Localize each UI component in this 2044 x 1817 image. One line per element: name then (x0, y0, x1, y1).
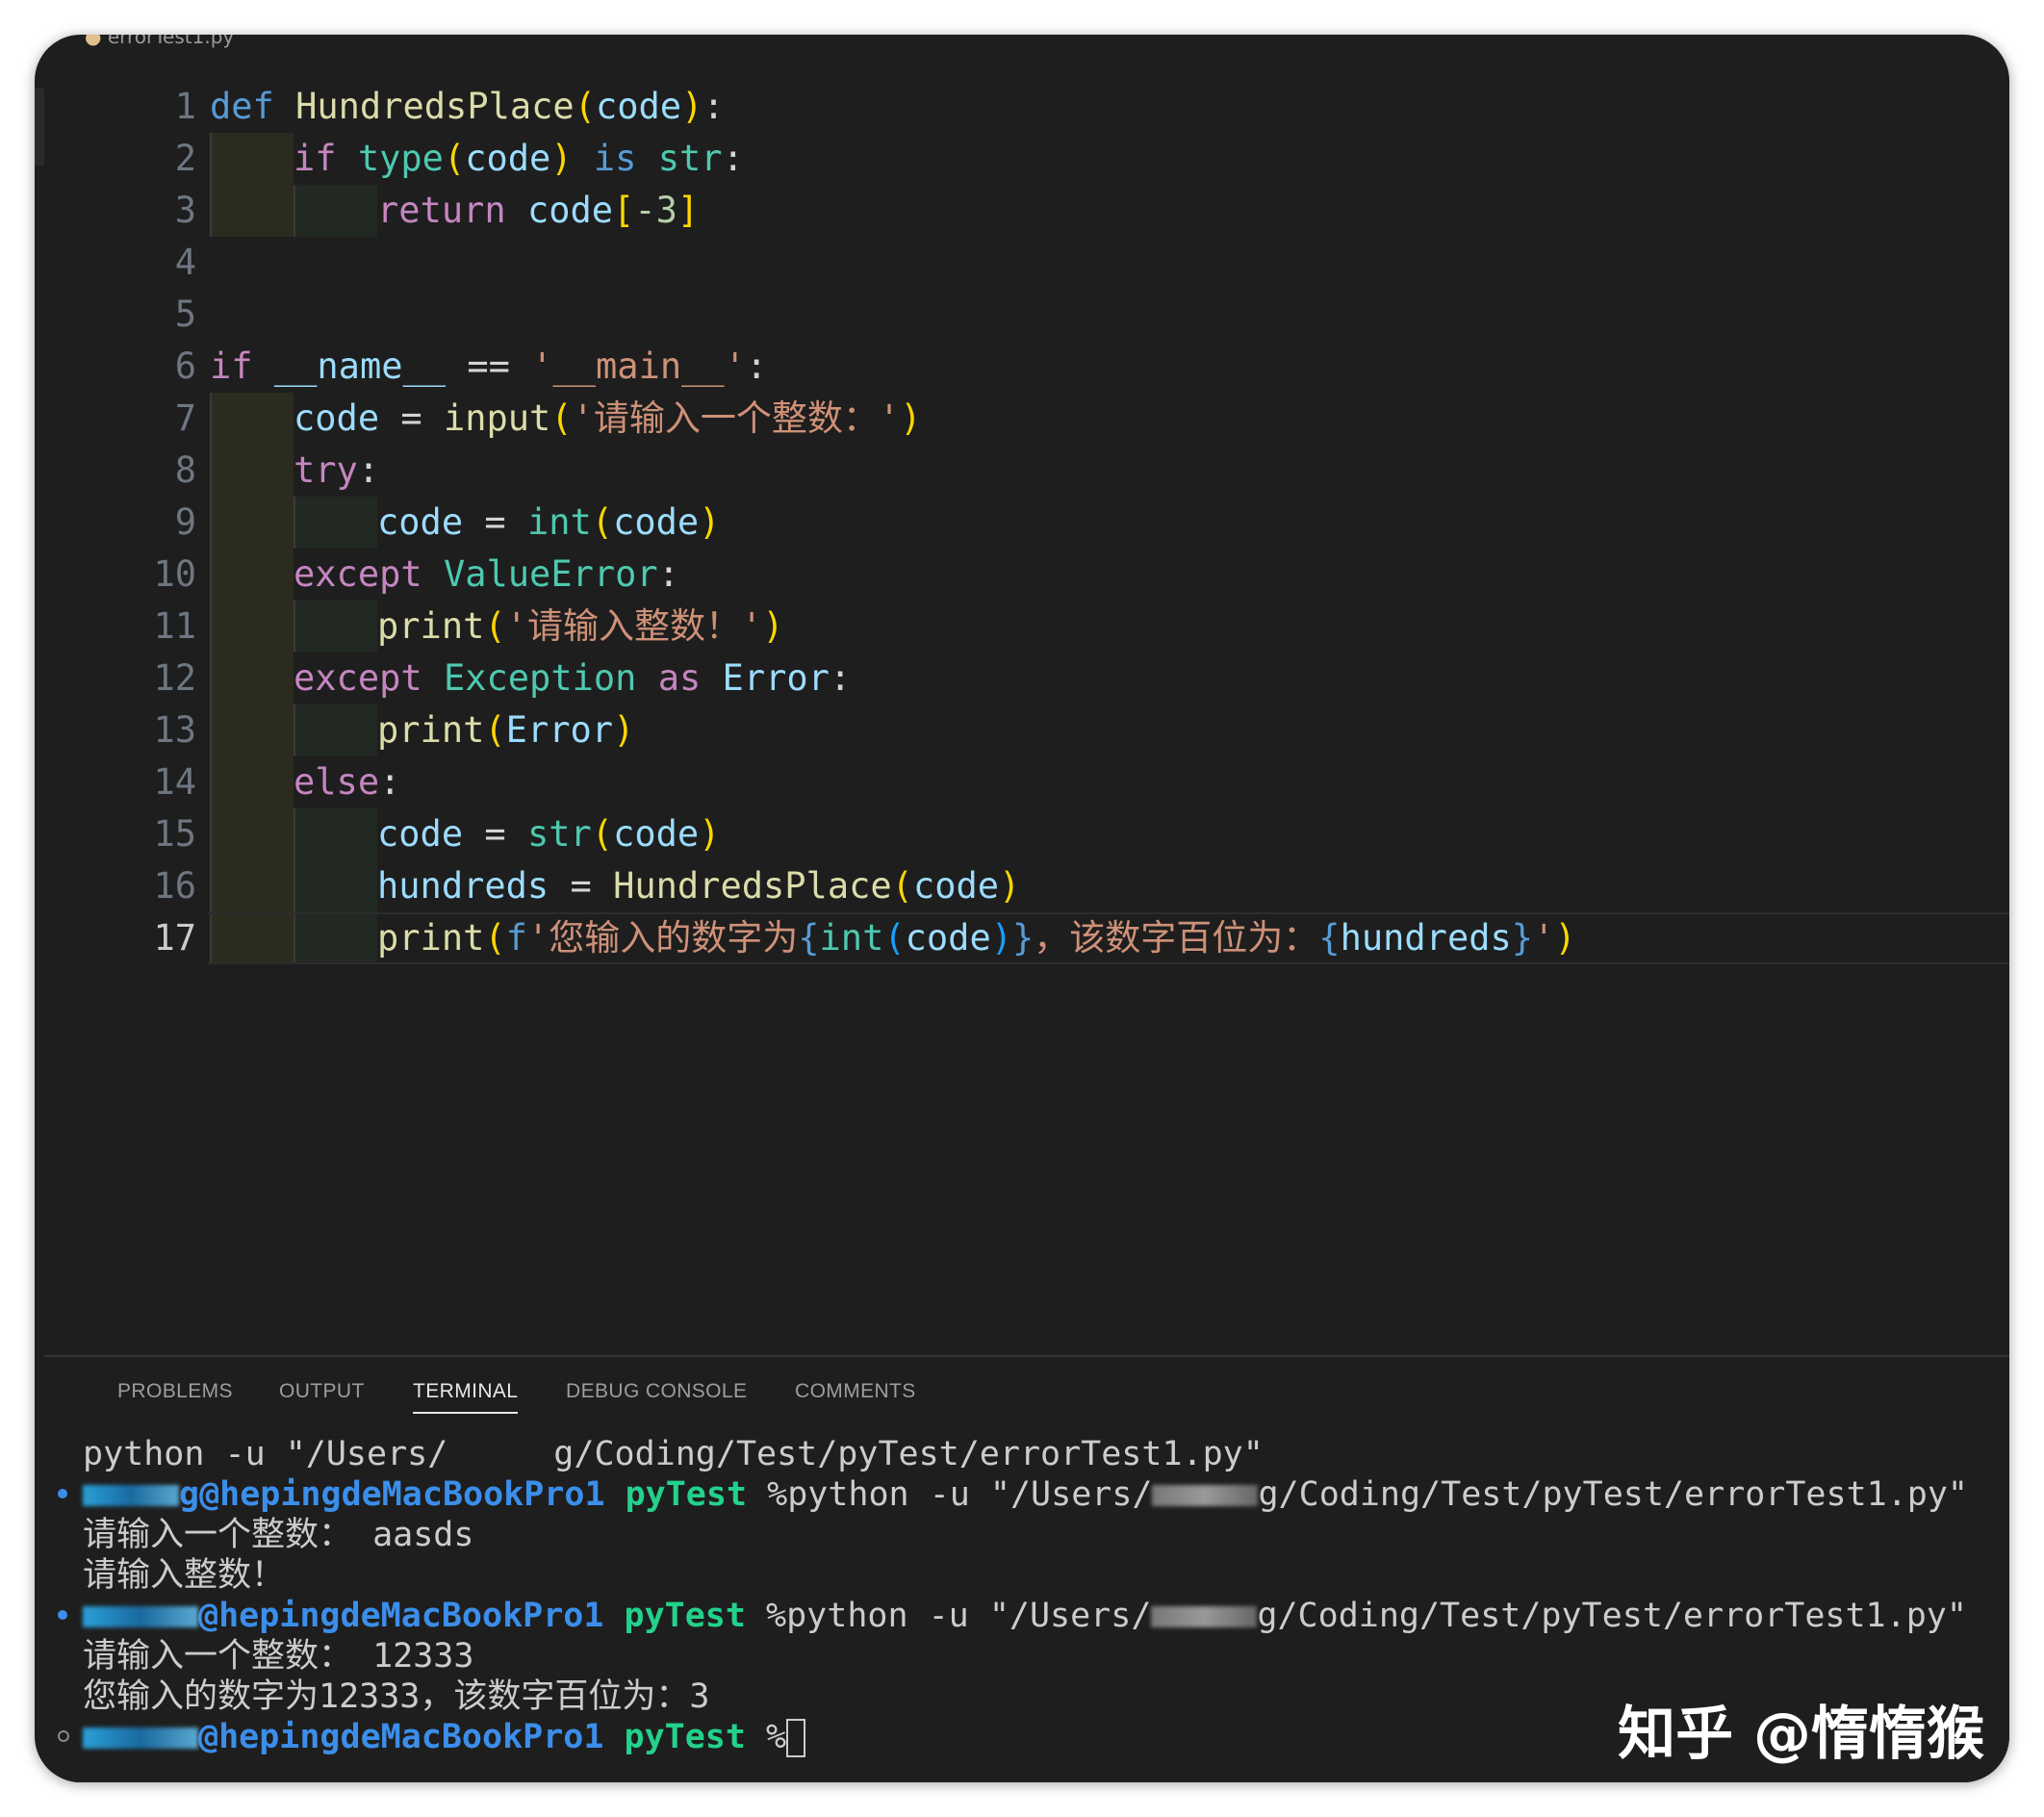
redacted-path (1152, 1485, 1259, 1506)
indent-guide (210, 549, 294, 601)
indent-guide (294, 704, 377, 756)
terminal-line: python -u "/Users/g/Coding/Test/pyTest/e… (83, 1435, 1264, 1473)
tab-problems[interactable]: PROBLEMS (117, 1380, 233, 1403)
command-status-dot[interactable] (58, 1489, 67, 1498)
code-line[interactable]: 6 if __name__ == '__main__': (35, 341, 2009, 393)
line-number: 9 (174, 501, 196, 543)
indent-guide (210, 704, 294, 756)
indent-guide (210, 808, 294, 860)
indent-guide (294, 601, 377, 653)
line-number: 5 (174, 294, 196, 335)
code-line[interactable]: 16 hundreds = HundredsPlace(code) (35, 860, 2009, 912)
line-number: 2 (174, 138, 196, 179)
indent-guide (210, 185, 294, 237)
terminal-prompt-line: g@hepingdeMacBookPro1 pyTest %python -u … (83, 1474, 1968, 1515)
line-number: 1 (174, 86, 196, 127)
code-line[interactable]: 1 def HundredsPlace(code): (35, 81, 2009, 133)
code-line[interactable]: 14 else: (35, 756, 2009, 808)
redacted-path (1151, 1606, 1258, 1627)
code-line[interactable]: 5 (35, 289, 2009, 341)
tab-terminal[interactable]: TERMINAL (413, 1380, 519, 1414)
terminal-output-line: 请输入一个整数： 12333 (83, 1637, 474, 1676)
line-number: 7 (174, 397, 196, 439)
tab-comments[interactable]: COMMENTS (795, 1380, 916, 1403)
indent-guide (210, 445, 294, 497)
zhihu-watermark: 知乎 @惰惰猴 (1618, 1701, 1984, 1768)
line-number: 17 (153, 917, 196, 959)
vscode-window: ● errorTest1.py 1 def HundredsPlace(code… (35, 35, 2009, 1782)
code-line[interactable]: 2 if type(code) is str: (35, 133, 2009, 185)
line-number: 8 (174, 449, 196, 491)
line-number: 3 (174, 190, 196, 231)
code-line[interactable]: 8 try: (35, 445, 2009, 497)
command-status-dot[interactable] (58, 1730, 69, 1742)
terminal-prompt-line: @hepingdeMacBookPro1 pyTest %python -u "… (83, 1596, 1967, 1636)
terminal-prompt-line[interactable]: @hepingdeMacBookPro1 pyTest % (83, 1717, 806, 1757)
indent-guide (294, 860, 377, 912)
indent-guide (210, 756, 294, 808)
bottom-panel: PROBLEMS OUTPUT TERMINAL DEBUG CONSOLE C… (44, 1355, 2009, 1782)
code-line[interactable]: 13 print(Error) (35, 704, 2009, 756)
command-status-dot[interactable] (58, 1610, 67, 1620)
terminal-output-line: 请输入整数！ (83, 1556, 286, 1595)
line-number: 11 (153, 605, 196, 647)
indent-guide (210, 601, 294, 653)
redacted-username (83, 1606, 198, 1627)
indent-guide (294, 497, 377, 549)
line-number: 6 (174, 345, 196, 387)
terminal-cursor (786, 1719, 806, 1757)
line-number: 12 (153, 657, 196, 699)
code-line[interactable]: 7 code = input('请输入一个整数：') (35, 393, 2009, 445)
tab-output[interactable]: OUTPUT (279, 1380, 365, 1403)
code-line[interactable]: 3 return code[-3] (35, 185, 2009, 237)
indent-guide (210, 653, 294, 704)
code-line-current[interactable]: 17 print(f'您输入的数字为{int(code)}，该数字百位为：{hu… (35, 912, 2009, 964)
line-number: 4 (174, 242, 196, 283)
code-line[interactable]: 11 print('请输入整数！') (35, 601, 2009, 653)
line-number: 10 (153, 553, 196, 595)
line-number: 15 (153, 813, 196, 855)
line-number: 16 (153, 865, 196, 907)
terminal-output-line: 请输入一个整数： aasds (83, 1516, 474, 1554)
indent-guide (210, 393, 294, 445)
code-line[interactable]: 12 except Exception as Error: (35, 653, 2009, 704)
code-editor[interactable]: 1 def HundredsPlace(code): 2 if type(cod… (35, 35, 2009, 1355)
indent-guide (210, 133, 294, 185)
indent-guide (294, 185, 377, 237)
indent-guide (210, 497, 294, 549)
indent-guide (210, 860, 294, 912)
terminal-output-line: 您输入的数字为12333，该数字百位为：3 (83, 1677, 710, 1716)
code-line[interactable]: 9 code = int(code) (35, 497, 2009, 549)
indent-guide (294, 912, 377, 964)
line-number: 13 (153, 709, 196, 751)
redacted-username (83, 1485, 179, 1506)
indent-guide (210, 912, 294, 964)
redacted-username (83, 1727, 198, 1749)
tab-debug-console[interactable]: DEBUG CONSOLE (566, 1380, 747, 1403)
code-line[interactable]: 15 code = str(code) (35, 808, 2009, 860)
indent-guide (294, 808, 377, 860)
line-number: 14 (153, 761, 196, 803)
code-line[interactable]: 4 (35, 237, 2009, 289)
code-line[interactable]: 10 except ValueError: (35, 549, 2009, 601)
